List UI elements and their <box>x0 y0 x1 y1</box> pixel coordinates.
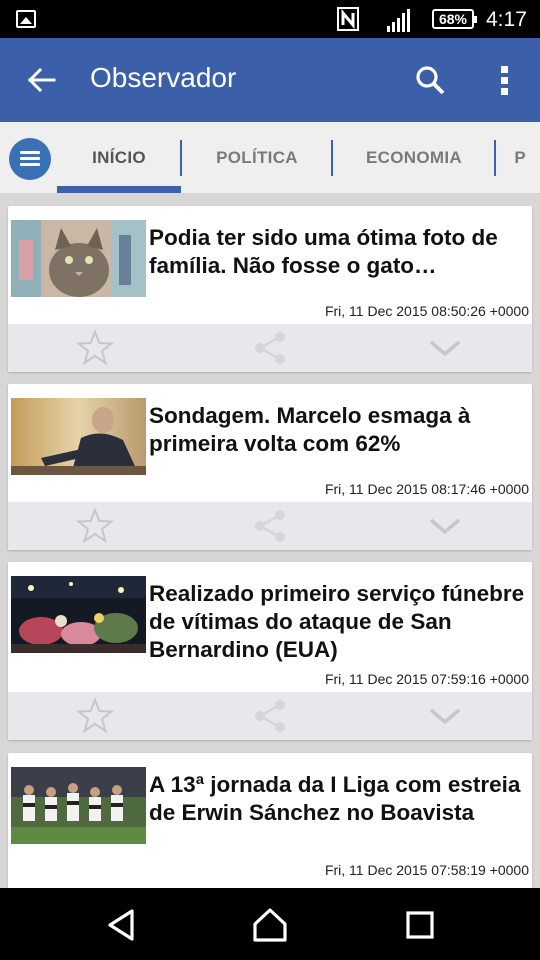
memorial-photo[interactable] <box>11 576 146 653</box>
star-icon[interactable] <box>76 508 114 544</box>
app-title: Observador <box>90 62 237 93</box>
tab-partial[interactable]: P <box>496 122 526 193</box>
article-feed[interactable]: Podia ter sido uma ótima foto de família… <box>0 194 540 888</box>
menu-line <box>20 151 40 154</box>
tab-inicio[interactable]: INÍCIO <box>57 122 181 193</box>
article-title[interactable]: Podia ter sido uma ótima foto de família… <box>149 224 532 280</box>
article-card[interactable]: Podia ter sido uma ótima foto de família… <box>8 206 532 372</box>
football-photo[interactable] <box>11 767 146 844</box>
recents-icon[interactable] <box>400 906 440 944</box>
system-nav-bar <box>0 888 540 960</box>
status-bar: 68% 4:17 <box>0 0 540 38</box>
chevron-down-icon[interactable] <box>426 330 464 366</box>
nfc-icon <box>337 7 359 31</box>
article-card[interactable]: A 13ª jornada da I Liga com estreia de E… <box>8 753 532 888</box>
article-date: Fri, 11 Dec 2015 07:58:19 +0000 <box>324 862 529 878</box>
back-triangle-icon[interactable] <box>102 906 142 944</box>
battery-level: 68% <box>438 11 468 27</box>
article-title[interactable]: A 13ª jornada da I Liga com estreia de E… <box>149 771 532 827</box>
battery-icon: 68% <box>432 9 477 29</box>
menu-button[interactable] <box>9 138 51 180</box>
share-icon[interactable] <box>251 330 289 366</box>
article-card[interactable]: Sondagem. Marcelo esmaga à primeira volt… <box>8 384 532 550</box>
card-actions <box>8 692 532 740</box>
card-actions <box>8 324 532 372</box>
tab-politica[interactable]: POLÍTICA <box>182 122 332 193</box>
article-title[interactable]: Realizado primeiro serviço fúnebre de ví… <box>149 580 532 664</box>
article-date: Fri, 11 Dec 2015 08:17:46 +0000 <box>324 481 529 497</box>
menu-line <box>20 163 40 166</box>
search-icon[interactable] <box>410 60 450 100</box>
star-icon[interactable] <box>76 330 114 366</box>
article-card[interactable]: Realizado primeiro serviço fúnebre de ví… <box>8 562 532 740</box>
back-arrow-icon[interactable] <box>22 60 62 100</box>
tab-economia[interactable]: ECONOMIA <box>333 122 495 193</box>
star-icon[interactable] <box>76 698 114 734</box>
man-portrait-photo[interactable] <box>11 398 146 475</box>
share-icon[interactable] <box>251 508 289 544</box>
category-tabs: INÍCIO POLÍTICA ECONOMIA P <box>0 122 540 194</box>
article-date: Fri, 11 Dec 2015 08:50:26 +0000 <box>324 303 529 319</box>
active-tab-indicator <box>57 186 181 193</box>
chevron-down-icon[interactable] <box>426 508 464 544</box>
menu-line <box>20 157 40 160</box>
app-bar: Observador <box>0 38 540 122</box>
chevron-down-icon[interactable] <box>426 698 464 734</box>
article-date: Fri, 11 Dec 2015 07:59:16 +0000 <box>324 671 529 687</box>
signal-icon <box>387 9 410 32</box>
article-title[interactable]: Sondagem. Marcelo esmaga à primeira volt… <box>149 402 532 458</box>
clock: 4:17 <box>486 8 527 31</box>
home-icon[interactable] <box>250 906 290 944</box>
share-icon[interactable] <box>251 698 289 734</box>
card-actions <box>8 502 532 550</box>
more-vertical-icon[interactable] <box>486 60 526 100</box>
cat-photo[interactable] <box>11 220 146 297</box>
gallery-icon <box>16 10 36 28</box>
